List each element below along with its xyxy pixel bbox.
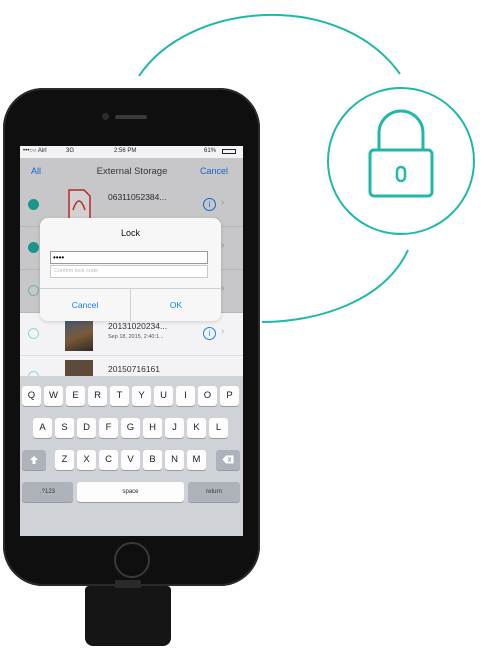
key-l[interactable]: L: [209, 418, 228, 438]
speaker-grille: [115, 115, 147, 119]
passcode-input[interactable]: ••••: [50, 251, 208, 264]
key-u[interactable]: U: [154, 386, 173, 406]
key-f[interactable]: F: [99, 418, 118, 438]
selection-radio[interactable]: [28, 328, 39, 339]
key-z[interactable]: Z: [55, 450, 74, 470]
return-key[interactable]: return: [188, 482, 240, 502]
info-icon[interactable]: i: [203, 327, 216, 340]
key-k[interactable]: K: [187, 418, 206, 438]
key-g[interactable]: G: [121, 418, 140, 438]
dialog-title: Lock: [120, 228, 140, 238]
key-e[interactable]: E: [66, 386, 85, 406]
dialog-ok-button[interactable]: OK: [131, 300, 221, 310]
network-label: 3G: [66, 148, 75, 154]
key-r[interactable]: R: [88, 386, 107, 406]
lock-circle: [327, 87, 475, 235]
key-n[interactable]: N: [165, 450, 184, 470]
backspace-icon[interactable]: [216, 450, 240, 470]
usb-dongle: [85, 580, 171, 646]
home-button[interactable]: [114, 542, 150, 578]
file-name: 20131020234...: [108, 321, 168, 331]
time-label: 2:56 PM: [114, 148, 137, 154]
key-a[interactable]: A: [33, 418, 52, 438]
key-y[interactable]: Y: [132, 386, 151, 406]
photo-thumbnail: [65, 317, 93, 351]
file-name: 20150716161: [108, 364, 161, 374]
key-p[interactable]: P: [220, 386, 239, 406]
key-w[interactable]: W: [44, 386, 63, 406]
status-bar: •••○○ Airl 3G 2:56 PM 61%: [20, 146, 243, 158]
key-s[interactable]: S: [55, 418, 74, 438]
key-t[interactable]: T: [110, 386, 129, 406]
carrier-label: •••○○ Airl: [23, 148, 47, 154]
file-date: Sep 18, 2015, 2:40:1...: [108, 334, 164, 340]
numbers-key[interactable]: .?123: [22, 482, 73, 502]
key-o[interactable]: O: [198, 386, 217, 406]
key-j[interactable]: J: [165, 418, 184, 438]
confirm-passcode-input[interactable]: Confirm lock code: [50, 265, 208, 278]
key-q[interactable]: Q: [22, 386, 41, 406]
shift-icon[interactable]: [22, 450, 46, 470]
key-v[interactable]: V: [121, 450, 140, 470]
key-i[interactable]: I: [176, 386, 195, 406]
battery-icon: [222, 149, 236, 154]
lock-dialog: Lock •••• Confirm lock code Cancel OK: [40, 218, 221, 321]
upper-arc: [138, 13, 401, 77]
camera-icon: [102, 113, 109, 120]
keyboard: Q W E R T Y U I O P A S D F G H J K L Z …: [20, 376, 243, 536]
chevron-right-icon: ›: [221, 326, 225, 337]
battery-label: 61%: [204, 148, 217, 154]
key-x[interactable]: X: [77, 450, 96, 470]
dialog-cancel-button[interactable]: Cancel: [40, 300, 130, 310]
lock-icon: [368, 109, 434, 198]
key-h[interactable]: H: [143, 418, 162, 438]
key-d[interactable]: D: [77, 418, 96, 438]
space-key[interactable]: space: [77, 482, 184, 502]
key-m[interactable]: M: [187, 450, 206, 470]
key-c[interactable]: C: [99, 450, 118, 470]
key-b[interactable]: B: [143, 450, 162, 470]
phone-screen: •••○○ Airl 3G 2:56 PM 61% All External S…: [20, 146, 243, 536]
lower-arc: [261, 249, 409, 323]
